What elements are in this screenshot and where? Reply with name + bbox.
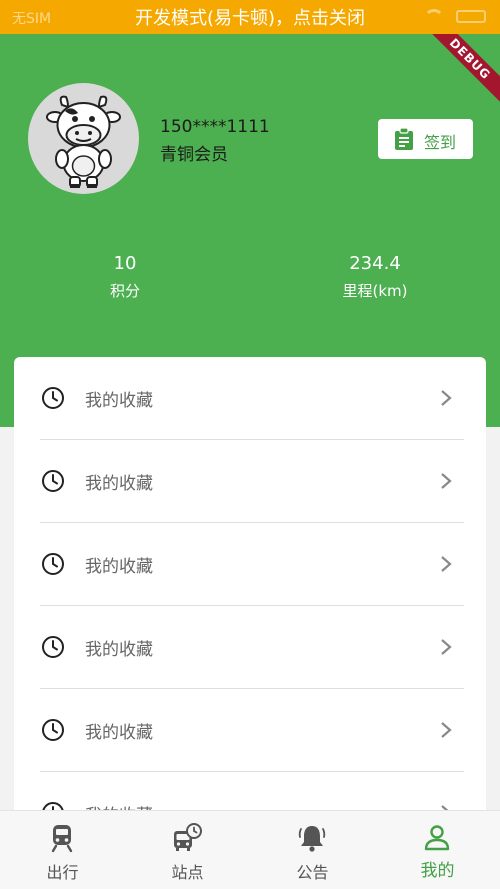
tab-travel[interactable]: 出行 bbox=[0, 811, 125, 889]
menu-item-favorites[interactable]: 我的收藏 bbox=[14, 689, 486, 772]
bell-icon bbox=[298, 826, 326, 852]
chevron-right-icon bbox=[441, 390, 452, 406]
tab-label: 公告 bbox=[296, 863, 329, 882]
avatar[interactable] bbox=[28, 83, 139, 194]
menu-item-favorites[interactable]: 我的收藏 bbox=[14, 606, 486, 689]
checkin-button[interactable]: 签到 bbox=[378, 119, 473, 159]
menu-item-favorites[interactable]: 我的收藏 bbox=[14, 523, 486, 606]
status-icons bbox=[424, 9, 486, 23]
menu-card: 我的收藏 我的收藏 我的收藏 我的收藏 我的收藏 我的收藏 bbox=[14, 357, 486, 827]
clock-icon bbox=[42, 470, 64, 492]
member-level: 青铜会员 bbox=[160, 145, 228, 165]
wifi-icon bbox=[424, 9, 444, 23]
tab-announcements[interactable]: 公告 bbox=[250, 811, 375, 889]
menu-item-label: 我的收藏 bbox=[85, 391, 153, 411]
user-phone: 150****1111 bbox=[160, 117, 270, 137]
chevron-right-icon bbox=[441, 556, 452, 572]
tab-label: 出行 bbox=[46, 863, 79, 882]
bus-clock-icon bbox=[174, 823, 202, 851]
menu-item-label: 我的收藏 bbox=[85, 640, 153, 660]
menu-item-label: 我的收藏 bbox=[85, 557, 153, 577]
chevron-right-icon bbox=[441, 473, 452, 489]
mileage-stat[interactable]: 234.4 里程(km) bbox=[295, 253, 455, 301]
bottom-tab-bar: 出行 站点 公告 我的 bbox=[0, 810, 500, 889]
points-label: 积分 bbox=[109, 282, 140, 300]
menu-item-label: 我的收藏 bbox=[85, 723, 153, 743]
clock-icon bbox=[42, 387, 64, 409]
mileage-label: 里程(km) bbox=[342, 282, 408, 300]
status-bar: 无SIM 开发模式(易卡顿)，点击关闭 bbox=[0, 0, 500, 34]
tab-stations[interactable]: 站点 bbox=[125, 811, 250, 889]
tab-mine[interactable]: 我的 bbox=[375, 811, 500, 889]
clipboard-icon bbox=[395, 128, 413, 150]
menu-item-favorites[interactable]: 我的收藏 bbox=[14, 357, 486, 440]
clock-icon bbox=[42, 553, 64, 575]
debug-ribbon: DEBUG bbox=[414, 34, 500, 115]
train-icon bbox=[51, 825, 73, 853]
battery-icon bbox=[456, 10, 486, 23]
clock-icon bbox=[42, 719, 64, 741]
points-value: 10 bbox=[113, 253, 137, 274]
tab-label: 我的 bbox=[420, 861, 455, 881]
chevron-right-icon bbox=[441, 722, 452, 738]
mileage-value: 234.4 bbox=[349, 253, 401, 274]
menu-item-favorites[interactable]: 我的收藏 bbox=[14, 440, 486, 523]
cow-mascot-icon bbox=[46, 95, 121, 188]
tab-label: 站点 bbox=[171, 863, 204, 882]
user-icon bbox=[424, 825, 450, 851]
chevron-right-icon bbox=[441, 639, 452, 655]
checkin-label: 签到 bbox=[424, 133, 457, 152]
points-stat[interactable]: 10 积分 bbox=[45, 253, 205, 301]
clock-icon bbox=[42, 636, 64, 658]
menu-item-label: 我的收藏 bbox=[85, 474, 153, 494]
